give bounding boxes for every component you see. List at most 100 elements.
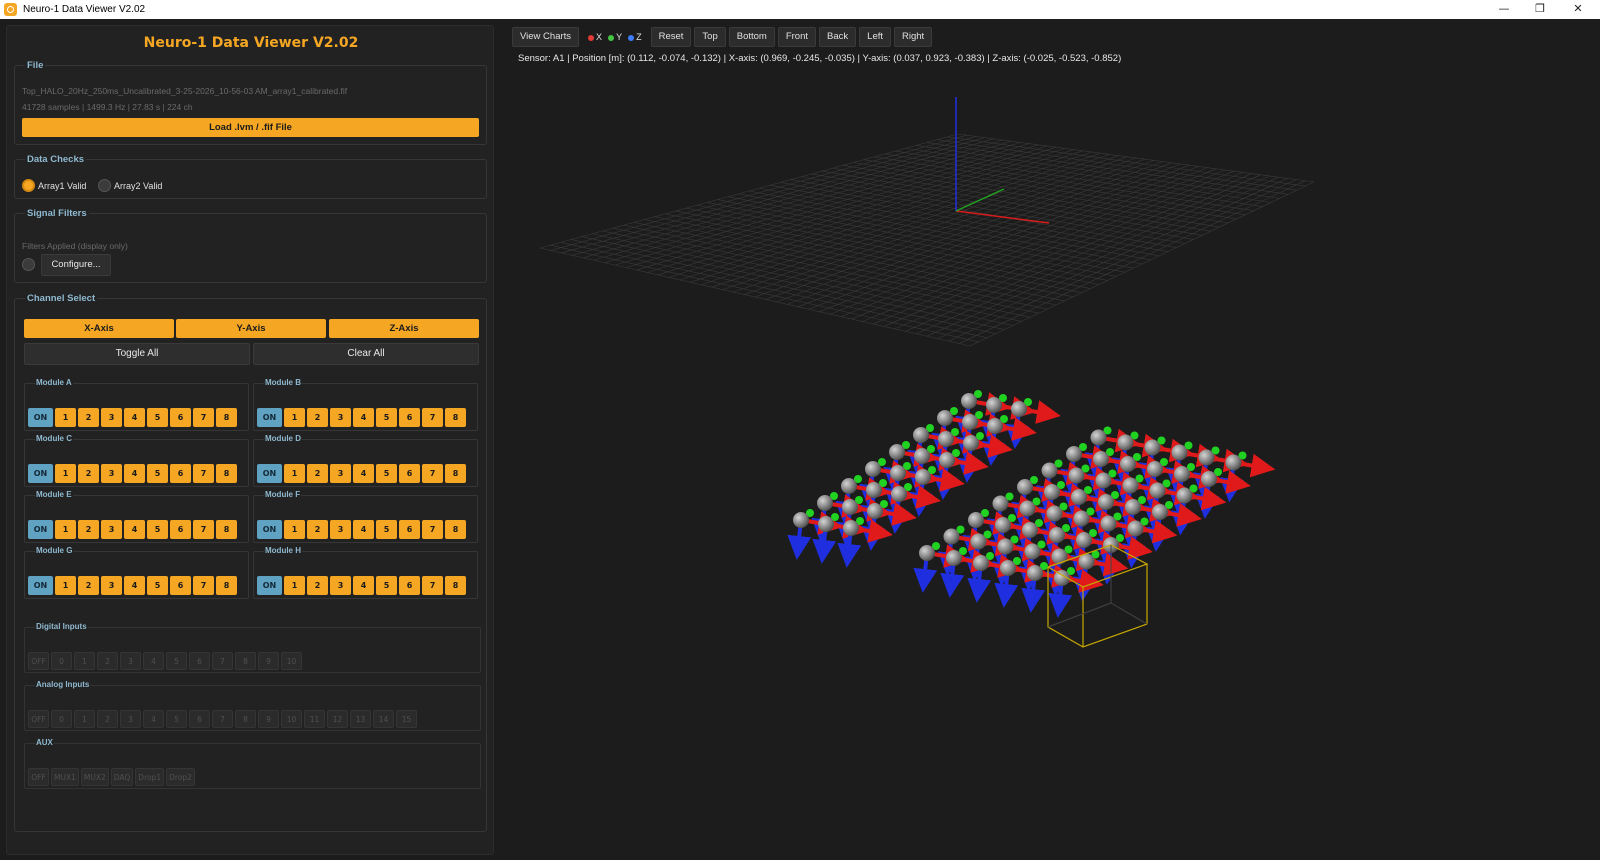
channel-button[interactable]: 4 (124, 576, 145, 595)
input-button[interactable]: 12 (327, 710, 348, 728)
3d-viewport[interactable] (512, 67, 1600, 860)
channel-button[interactable]: 4 (353, 464, 374, 483)
input-button[interactable]: 2 (97, 652, 118, 670)
channel-button[interactable]: 3 (101, 464, 122, 483)
top-view-button[interactable]: Top (694, 27, 726, 47)
input-button[interactable]: 3 (120, 710, 141, 728)
toggle-all-button[interactable]: Toggle All (24, 343, 250, 365)
configure-button[interactable]: Configure... (41, 254, 111, 276)
channel-button[interactable]: 5 (147, 408, 168, 427)
load-file-button[interactable]: Load .lvm / .fif File (22, 118, 479, 137)
input-button[interactable]: 6 (189, 710, 210, 728)
input-button[interactable]: MUX2 (80, 768, 109, 786)
channel-button[interactable]: 2 (78, 464, 99, 483)
channel-button[interactable]: 6 (170, 408, 191, 427)
module-on-button[interactable]: ON (28, 408, 53, 427)
input-button[interactable]: 4 (143, 652, 164, 670)
input-button[interactable]: 2 (97, 710, 118, 728)
input-button[interactable]: Drop2 (166, 768, 195, 786)
module-on-button[interactable]: ON (28, 464, 53, 483)
channel-button[interactable]: 1 (284, 408, 305, 427)
channel-button[interactable]: 5 (376, 520, 397, 539)
input-button[interactable]: 8 (235, 710, 256, 728)
channel-button[interactable]: 3 (101, 408, 122, 427)
input-button[interactable]: 1 (74, 652, 95, 670)
module-on-button[interactable]: ON (257, 520, 282, 539)
channel-button[interactable]: 6 (399, 576, 420, 595)
channel-button[interactable]: 8 (445, 464, 466, 483)
channel-button[interactable]: 8 (445, 576, 466, 595)
channel-button[interactable]: 3 (330, 520, 351, 539)
channel-button[interactable]: 1 (55, 408, 76, 427)
module-on-button[interactable]: ON (257, 576, 282, 595)
module-on-button[interactable]: ON (257, 408, 282, 427)
channel-button[interactable]: 7 (193, 520, 214, 539)
channel-button[interactable]: 1 (55, 520, 76, 539)
input-button[interactable]: 1 (74, 710, 95, 728)
channel-button[interactable]: 8 (445, 520, 466, 539)
reset-view-button[interactable]: Reset (650, 27, 692, 47)
channel-button[interactable]: 7 (193, 408, 214, 427)
channel-button[interactable]: 4 (124, 520, 145, 539)
channel-button[interactable]: 6 (399, 520, 420, 539)
channel-button[interactable]: 5 (147, 576, 168, 595)
channel-button[interactable]: 1 (55, 576, 76, 595)
input-button[interactable]: 10 (281, 710, 302, 728)
y-axis-button[interactable]: Y-Axis (176, 319, 326, 338)
channel-button[interactable]: 3 (330, 576, 351, 595)
channel-button[interactable]: 2 (78, 520, 99, 539)
channel-button[interactable]: 5 (147, 520, 168, 539)
input-button[interactable]: 8 (235, 652, 256, 670)
channel-button[interactable]: 2 (307, 576, 328, 595)
input-button[interactable]: OFF (28, 768, 49, 786)
channel-button[interactable]: 3 (101, 520, 122, 539)
module-on-button[interactable]: ON (28, 576, 53, 595)
channel-button[interactable]: 6 (170, 464, 191, 483)
input-button[interactable]: 13 (350, 710, 371, 728)
restore-icon[interactable]: ❐ (1522, 0, 1558, 19)
channel-button[interactable]: 5 (376, 464, 397, 483)
front-view-button[interactable]: Front (777, 27, 817, 47)
input-button[interactable]: OFF (28, 652, 49, 670)
channel-button[interactable]: 2 (307, 520, 328, 539)
channel-button[interactable]: 6 (399, 408, 420, 427)
channel-button[interactable]: 7 (193, 576, 214, 595)
channel-button[interactable]: 3 (330, 464, 351, 483)
view-charts-button[interactable]: View Charts (512, 27, 580, 47)
channel-button[interactable]: 2 (307, 464, 328, 483)
input-button[interactable]: Drop1 (135, 768, 165, 786)
channel-button[interactable]: 8 (216, 576, 237, 595)
input-button[interactable]: MUX1 (51, 768, 79, 786)
channel-button[interactable]: 1 (284, 464, 305, 483)
input-button[interactable]: 9 (258, 710, 279, 728)
input-button[interactable]: 6 (189, 652, 210, 670)
channel-button[interactable]: 8 (216, 520, 237, 539)
input-button[interactable]: 11 (304, 710, 325, 728)
input-button[interactable]: 14 (373, 710, 394, 728)
channel-button[interactable]: 5 (376, 408, 397, 427)
input-button[interactable]: 5 (166, 652, 187, 670)
back-view-button[interactable]: Back (819, 27, 857, 47)
channel-button[interactable]: 7 (422, 576, 443, 595)
channel-button[interactable]: 5 (376, 576, 397, 595)
channel-button[interactable]: 4 (124, 408, 145, 427)
input-button[interactable]: 3 (120, 652, 141, 670)
channel-button[interactable]: 4 (353, 576, 374, 595)
channel-button[interactable]: 8 (216, 408, 237, 427)
channel-button[interactable]: 7 (422, 408, 443, 427)
channel-button[interactable]: 1 (55, 464, 76, 483)
channel-button[interactable]: 8 (445, 408, 466, 427)
input-button[interactable]: 5 (166, 710, 187, 728)
channel-button[interactable]: 6 (170, 520, 191, 539)
input-button[interactable]: 15 (396, 710, 417, 728)
input-button[interactable]: 0 (51, 710, 72, 728)
bottom-view-button[interactable]: Bottom (728, 27, 775, 47)
module-on-button[interactable]: ON (28, 520, 53, 539)
input-button[interactable]: 10 (281, 652, 302, 670)
channel-button[interactable]: 7 (193, 464, 214, 483)
channel-button[interactable]: 7 (422, 464, 443, 483)
input-button[interactable]: 7 (212, 652, 233, 670)
module-on-button[interactable]: ON (257, 464, 282, 483)
channel-button[interactable]: 3 (101, 576, 122, 595)
input-button[interactable]: OFF (28, 710, 49, 728)
